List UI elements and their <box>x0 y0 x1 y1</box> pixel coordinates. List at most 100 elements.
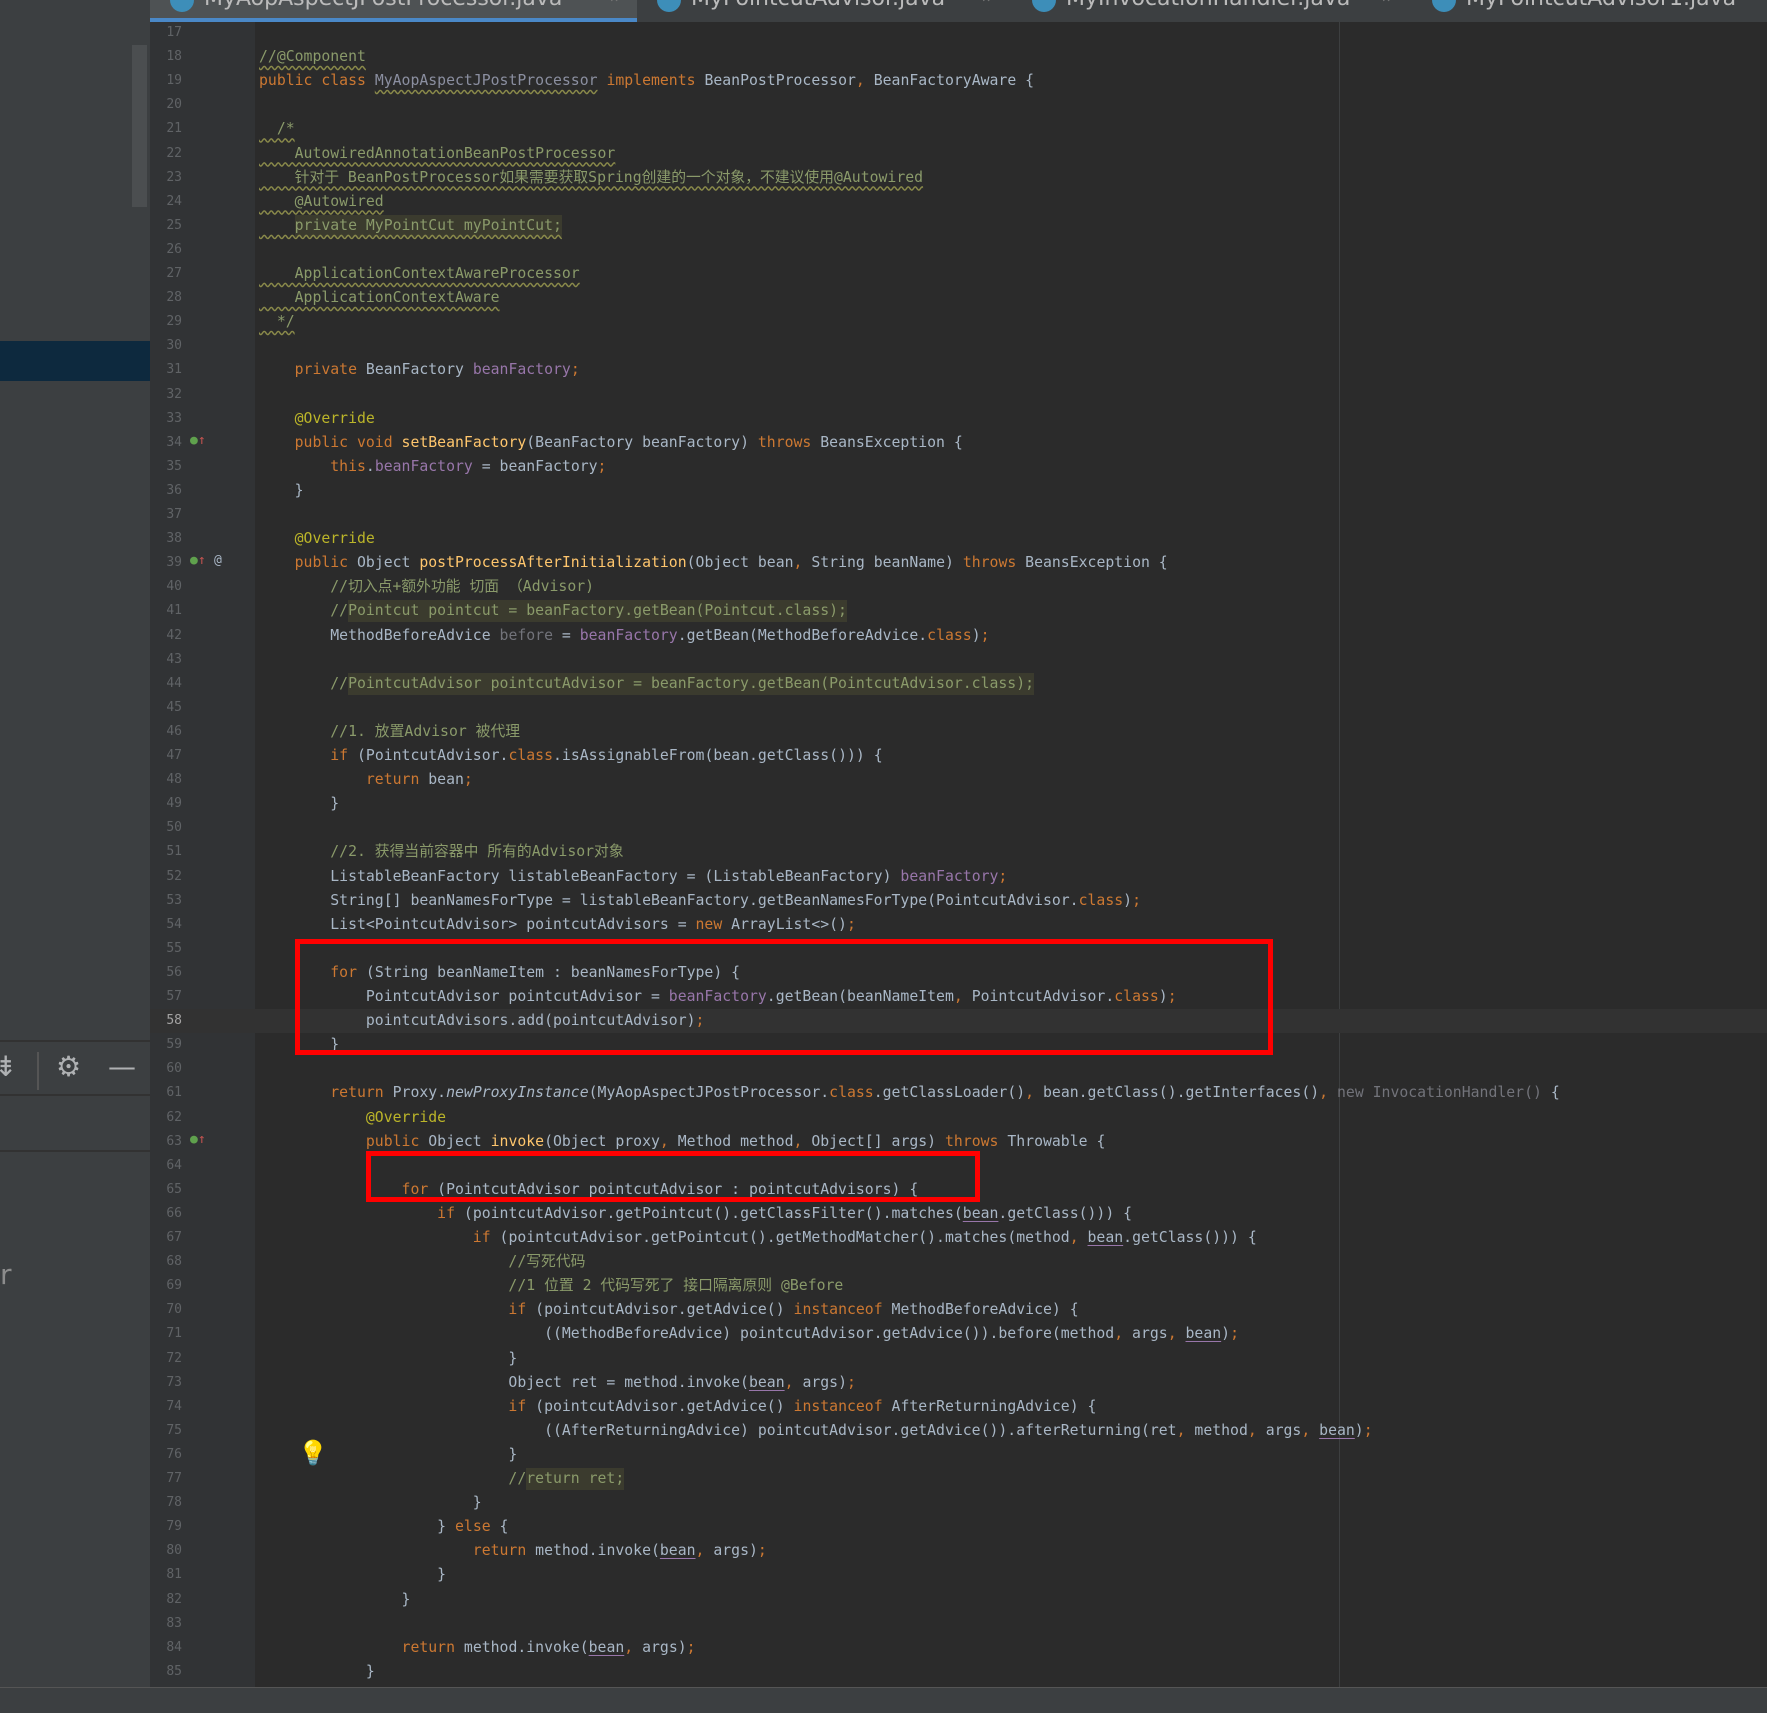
line-number[interactable]: 23 <box>150 166 182 190</box>
line-number[interactable]: 47 <box>150 744 182 768</box>
selected-tree-item[interactable] <box>0 341 150 381</box>
line-number[interactable]: 84 <box>150 1636 182 1660</box>
line-number[interactable]: 65 <box>150 1178 182 1202</box>
close-tab-icon[interactable]: ✕ <box>982 0 990 6</box>
line-number[interactable]: 22 <box>150 142 182 166</box>
line-number[interactable]: 43 <box>150 648 182 672</box>
line-number[interactable]: 73 <box>150 1371 182 1395</box>
line-number[interactable]: 62 <box>150 1106 182 1130</box>
code-line[interactable]: ((MethodBeforeAdvice) pointcutAdvisor.ge… <box>259 1322 1239 1346</box>
line-number[interactable]: 24 <box>150 190 182 214</box>
scrollbar[interactable] <box>132 45 147 207</box>
code-line[interactable]: if (pointcutAdvisor.getAdvice() instance… <box>259 1298 1078 1322</box>
code-line[interactable]: @Override <box>259 527 375 551</box>
code-line[interactable]: @Autowired <box>259 190 384 214</box>
line-number[interactable]: 17 <box>150 21 182 45</box>
line-number[interactable]: 77 <box>150 1467 182 1491</box>
line-number[interactable]: 76 <box>150 1443 182 1467</box>
line-number[interactable]: 70 <box>150 1298 182 1322</box>
line-number[interactable]: 25 <box>150 214 182 238</box>
line-number[interactable]: 60 <box>150 1057 182 1081</box>
code-line[interactable]: } <box>259 1491 482 1515</box>
line-number[interactable]: 67 <box>150 1226 182 1250</box>
line-number[interactable]: 56 <box>150 961 182 985</box>
code-line[interactable]: } <box>259 1563 446 1587</box>
lightbulb-icon[interactable]: 💡 <box>298 1441 328 1465</box>
code-line[interactable]: this.beanFactory = beanFactory; <box>259 455 606 479</box>
line-number[interactable]: 38 <box>150 527 182 551</box>
line-number[interactable]: 50 <box>150 816 182 840</box>
tab-myinvocationhandler[interactable]: MyInvocationHandler.java ✕ <box>1012 0 1412 22</box>
code-line[interactable]: @Override <box>259 1106 446 1130</box>
line-number[interactable]: 54 <box>150 913 182 937</box>
code-line[interactable]: } else { <box>259 1515 508 1539</box>
line-number[interactable]: 82 <box>150 1588 182 1612</box>
line-number[interactable]: 44 <box>150 672 182 696</box>
line-number[interactable]: 18 <box>150 45 182 69</box>
code-line[interactable]: Object ret = method.invoke(bean, args); <box>259 1371 855 1395</box>
tab-mypointcutadvisor[interactable]: MyPointcutAdvisor.java ✕ <box>637 0 1012 22</box>
line-number[interactable]: 68 <box>150 1250 182 1274</box>
code-line[interactable]: MethodBeforeAdvice before = beanFactory.… <box>259 624 989 648</box>
code-line[interactable]: public Object invoke(Object proxy, Metho… <box>259 1130 1105 1154</box>
line-number[interactable]: 31 <box>150 358 182 382</box>
code-line[interactable]: //写死代码 <box>259 1250 585 1274</box>
line-number[interactable]: 28 <box>150 286 182 310</box>
line-number[interactable]: 51 <box>150 840 182 864</box>
code-line[interactable]: } <box>259 792 339 816</box>
line-number[interactable]: 72 <box>150 1347 182 1371</box>
code-line[interactable]: public void setBeanFactory(BeanFactory b… <box>259 431 963 455</box>
line-number[interactable]: 78 <box>150 1491 182 1515</box>
code-line[interactable]: return method.invoke(bean, args); <box>259 1636 696 1660</box>
code-line[interactable]: public class MyAopAspectJPostProcessor i… <box>259 69 1034 93</box>
line-number[interactable]: 36 <box>150 479 182 503</box>
line-number[interactable]: 55 <box>150 937 182 961</box>
minimize-icon[interactable]: — <box>108 1050 136 1084</box>
line-number[interactable]: 39 <box>150 551 182 575</box>
override-icon[interactable]: ●↑ <box>190 549 206 573</box>
code-line[interactable]: public Object postProcessAfterInitializa… <box>259 551 1168 575</box>
line-number[interactable]: 71 <box>150 1322 182 1346</box>
code-line[interactable]: /* <box>259 117 295 141</box>
code-line[interactable]: AutowiredAnnotationBeanPostProcessor <box>259 142 616 166</box>
line-number[interactable]: 41 <box>150 599 182 623</box>
line-number[interactable]: 32 <box>150 383 182 407</box>
code-line[interactable]: //return ret; <box>259 1467 625 1491</box>
line-number[interactable]: 81 <box>150 1563 182 1587</box>
code-line[interactable]: } <box>259 1660 375 1684</box>
line-number[interactable]: 29 <box>150 310 182 334</box>
gear-icon[interactable]: ⚙ <box>56 1050 81 1084</box>
code-line[interactable]: ListableBeanFactory listableBeanFactory … <box>259 865 1007 889</box>
code-line[interactable]: return Proxy.newProxyInstance(MyAopAspec… <box>259 1081 1559 1105</box>
line-number[interactable]: 59 <box>150 1033 182 1057</box>
line-number[interactable]: 83 <box>150 1612 182 1636</box>
line-number[interactable]: 80 <box>150 1539 182 1563</box>
code-line[interactable]: */ <box>259 310 295 334</box>
code-line[interactable]: @Override <box>259 407 375 431</box>
line-number[interactable]: 33 <box>150 407 182 431</box>
line-number[interactable]: 20 <box>150 93 182 117</box>
line-number[interactable]: 74 <box>150 1395 182 1419</box>
code-line[interactable]: } <box>259 1347 517 1371</box>
line-number[interactable]: 53 <box>150 889 182 913</box>
at-sign-icon[interactable]: @ <box>214 549 222 573</box>
override-icon[interactable]: ●↑ <box>190 1128 206 1152</box>
line-number[interactable]: 66 <box>150 1202 182 1226</box>
line-number[interactable]: 27 <box>150 262 182 286</box>
line-number[interactable]: 21 <box>150 117 182 141</box>
line-number[interactable]: 26 <box>150 238 182 262</box>
line-number[interactable]: 79 <box>150 1515 182 1539</box>
code-line[interactable]: return method.invoke(bean, args); <box>259 1539 767 1563</box>
code-line[interactable]: } <box>259 479 304 503</box>
line-number[interactable]: 48 <box>150 768 182 792</box>
code-line[interactable]: return bean; <box>259 768 473 792</box>
line-number[interactable]: 63 <box>150 1130 182 1154</box>
line-number[interactable]: 75 <box>150 1419 182 1443</box>
line-number[interactable]: 37 <box>150 503 182 527</box>
code-line[interactable]: //@Component <box>259 45 366 69</box>
override-icon[interactable]: ●↑ <box>190 429 206 453</box>
line-number[interactable]: 58 <box>150 1009 182 1033</box>
code-line[interactable]: if (pointcutAdvisor.getAdvice() instance… <box>259 1395 1096 1419</box>
line-number[interactable]: 57 <box>150 985 182 1009</box>
close-tab-icon[interactable]: ✕ <box>1382 0 1390 6</box>
